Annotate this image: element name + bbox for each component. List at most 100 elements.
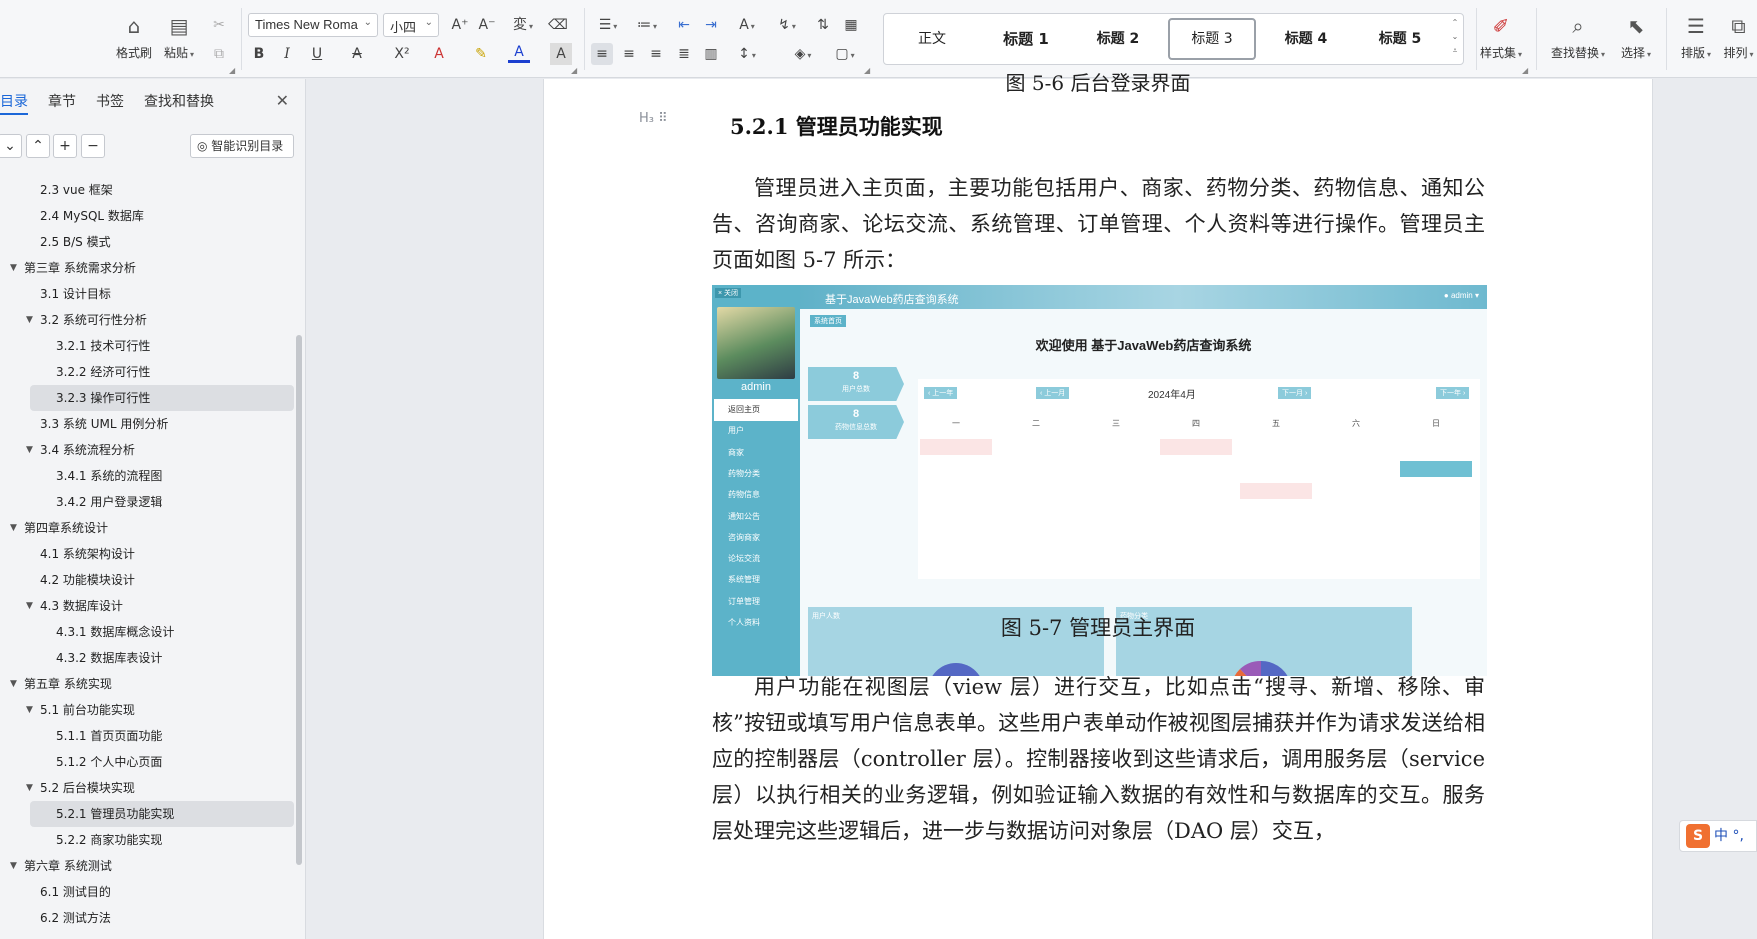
toc-item[interactable]: 6.2 测试方法 bbox=[0, 905, 296, 931]
toc-item[interactable]: 3.2.2 经济可行性 bbox=[0, 359, 296, 385]
expand-up-icon[interactable]: ⌃ bbox=[26, 134, 50, 158]
superscript-button[interactable]: X² bbox=[388, 43, 416, 65]
align-left-icon[interactable]: ≡ bbox=[591, 43, 613, 65]
shading-icon[interactable]: ◈ ▾ bbox=[788, 43, 818, 65]
font-size-select[interactable]: 小四 ⌄ bbox=[383, 13, 439, 37]
clear-format-icon[interactable]: ⌫ bbox=[547, 14, 569, 36]
toc-item[interactable]: 3.3 系统 UML 用例分析 bbox=[0, 411, 296, 437]
clipboard-launcher-icon[interactable]: ◢ bbox=[229, 66, 235, 75]
align-center-icon[interactable]: ≡ bbox=[618, 43, 640, 65]
toc-item[interactable]: 4.3.1 数据库概念设计 bbox=[0, 619, 296, 645]
expand-arrow-icon[interactable]: ▼ bbox=[26, 593, 33, 619]
toc-item[interactable]: 4.3.2 数据库表设计 bbox=[0, 645, 296, 671]
char-shading-icon[interactable]: A bbox=[550, 43, 572, 65]
bullet-list-icon[interactable]: ☰ ▾ bbox=[593, 14, 623, 36]
tab-toc[interactable]: 目录 bbox=[0, 91, 28, 115]
tab-sections[interactable]: 章节 bbox=[48, 91, 76, 115]
arrange-button[interactable]: ⧉ 排列 ▾ bbox=[1720, 14, 1757, 61]
style-heading-4[interactable]: 标题 4 bbox=[1262, 18, 1350, 60]
toc-item[interactable]: 3.1 设计目标 bbox=[0, 281, 296, 307]
document-page[interactable]: 图 5-6 后台登录界面 H₃ ⠿ 5.2.1 管理员功能实现 管理员进入主页面… bbox=[543, 73, 1653, 939]
toc-item[interactable]: 2.3 vue 框架 bbox=[0, 177, 296, 203]
toc-item[interactable]: ▼ 5.1 前台功能实现 bbox=[0, 697, 296, 723]
table-columns-icon[interactable]: ▦ bbox=[840, 14, 862, 36]
toc-item[interactable]: ▼ 5.2 后台模块实现 bbox=[0, 775, 296, 801]
cut-icon[interactable]: ✂ bbox=[208, 14, 230, 36]
toc-item[interactable]: ▼ 第三章 系统需求分析 bbox=[0, 255, 296, 281]
find-replace-button[interactable]: ⌕ 查找替换 ▾ bbox=[1546, 14, 1610, 61]
toc-item[interactable]: ▼ 第六章 系统测试 bbox=[0, 853, 296, 879]
close-icon[interactable]: ✕ bbox=[276, 91, 289, 110]
phonetic-guide-icon[interactable]: 変 ▾ bbox=[506, 14, 540, 36]
border-icon[interactable]: ▢ ▾ bbox=[830, 43, 860, 65]
toc-item[interactable]: 5.2.1 管理员功能实现 bbox=[30, 801, 294, 827]
numbered-list-icon[interactable]: ≔ ▾ bbox=[632, 14, 662, 36]
bold-button[interactable]: B bbox=[248, 43, 270, 65]
collapse-all-icon[interactable]: ⌄ bbox=[0, 134, 22, 158]
expand-arrow-icon[interactable]: ▼ bbox=[26, 697, 33, 723]
strikethrough-button[interactable]: A bbox=[346, 43, 368, 65]
style-heading-2[interactable]: 标题 2 bbox=[1074, 18, 1162, 60]
align-right-icon[interactable]: ≡ bbox=[645, 43, 667, 65]
expand-arrow-icon[interactable]: ▼ bbox=[10, 853, 17, 879]
copy-icon[interactable]: ⧉ bbox=[208, 43, 230, 65]
heading-drag-handle[interactable]: H₃ ⠿ bbox=[639, 111, 668, 126]
toc-item[interactable]: 5.1.2 个人中心页面 bbox=[0, 749, 296, 775]
style-heading-3[interactable]: 标题 3 bbox=[1168, 18, 1256, 60]
line-break-icon[interactable]: ↯ ▾ bbox=[772, 14, 802, 36]
toc-item[interactable]: ▼ 第五章 系统实现 bbox=[0, 671, 296, 697]
expand-arrow-icon[interactable]: ▼ bbox=[10, 255, 17, 281]
toc-item[interactable]: 4.1 系统架构设计 bbox=[0, 541, 296, 567]
font-name-select[interactable]: Times New Roma ⌄ bbox=[248, 13, 378, 37]
expand-arrow-icon[interactable]: ▼ bbox=[10, 515, 17, 541]
distributed-align-icon[interactable]: ▥ bbox=[700, 43, 722, 65]
toc-item[interactable]: ▼ 第四章系统设计 bbox=[0, 515, 296, 541]
select-button[interactable]: ⬉ 选择 ▾ bbox=[1616, 14, 1656, 61]
toc-item[interactable]: 2.5 B/S 模式 bbox=[0, 229, 296, 255]
remove-heading-icon[interactable]: − bbox=[81, 134, 105, 158]
toc-item[interactable]: 2.4 MySQL 数据库 bbox=[0, 203, 296, 229]
highlight-icon[interactable]: ✎ bbox=[470, 43, 492, 65]
toc-item[interactable]: 6.1 测试目的 bbox=[0, 879, 296, 905]
style-set-button[interactable]: ✐ 样式集 ▾ bbox=[1476, 14, 1526, 61]
toc-item[interactable]: 3.4.2 用户登录逻辑 bbox=[0, 489, 296, 515]
paste-button[interactable]: ▤ 粘贴 ▾ bbox=[164, 14, 194, 61]
toc-item[interactable]: 5.1.1 首页页面功能 bbox=[0, 723, 296, 749]
italic-button[interactable]: I bbox=[276, 43, 298, 65]
text-effect-icon[interactable]: A bbox=[428, 43, 450, 65]
tab-find-replace[interactable]: 查找和替换 bbox=[144, 91, 214, 115]
style-normal[interactable]: 正文 bbox=[892, 18, 972, 60]
ime-indicator[interactable]: S中 °, bbox=[1679, 820, 1757, 852]
style-heading-1[interactable]: 标题 1 bbox=[982, 18, 1070, 60]
font-color-icon[interactable]: A bbox=[508, 43, 530, 63]
style-gallery-scroll[interactable]: ⌃ ⌄ ⩡ bbox=[1449, 16, 1461, 58]
layout-button[interactable]: ☰ 排版 ▾ bbox=[1676, 14, 1716, 61]
toc-item[interactable]: ▼ 4.3 数据库设计 bbox=[0, 593, 296, 619]
nav-scrollbar[interactable] bbox=[296, 335, 302, 865]
shrink-font-icon[interactable]: A⁻ bbox=[476, 14, 498, 36]
expand-arrow-icon[interactable]: ▼ bbox=[26, 307, 33, 333]
toc-item[interactable]: 3.4.1 系统的流程图 bbox=[0, 463, 296, 489]
expand-arrow-icon[interactable]: ▼ bbox=[26, 775, 33, 801]
tab-bookmarks[interactable]: 书签 bbox=[96, 91, 124, 115]
toc-item[interactable]: ▼ 3.4 系统流程分析 bbox=[0, 437, 296, 463]
toc-item[interactable]: 4.2 功能模块设计 bbox=[0, 567, 296, 593]
style-heading-5[interactable]: 标题 5 bbox=[1356, 18, 1444, 60]
underline-button[interactable]: U bbox=[306, 43, 328, 65]
decrease-indent-icon[interactable]: ⇤ bbox=[673, 14, 695, 36]
expand-arrow-icon[interactable]: ▼ bbox=[26, 437, 33, 463]
increase-indent-icon[interactable]: ⇥ bbox=[700, 14, 722, 36]
format-painter-button[interactable]: ⌂ 格式刷 bbox=[116, 14, 152, 61]
grow-font-icon[interactable]: A⁺ bbox=[449, 14, 471, 36]
text-direction-icon[interactable]: A ▾ bbox=[732, 14, 762, 36]
toc-item[interactable]: ▼ 3.2 系统可行性分析 bbox=[0, 307, 296, 333]
sort-icon[interactable]: ⇅ bbox=[812, 14, 834, 36]
toc-item[interactable]: 3.2.1 技术可行性 bbox=[0, 333, 296, 359]
toc-item[interactable]: 5.2.2 商家功能实现 bbox=[0, 827, 296, 853]
smart-toc-button[interactable]: ◎ 智能识别目录 bbox=[190, 134, 294, 158]
line-spacing-icon[interactable]: ↕ ▾ bbox=[732, 43, 762, 65]
expand-arrow-icon[interactable]: ▼ bbox=[10, 671, 17, 697]
add-heading-icon[interactable]: + bbox=[53, 134, 77, 158]
justify-icon[interactable]: ≣ bbox=[673, 43, 695, 65]
toc-item[interactable]: 3.2.3 操作可行性 bbox=[30, 385, 294, 411]
